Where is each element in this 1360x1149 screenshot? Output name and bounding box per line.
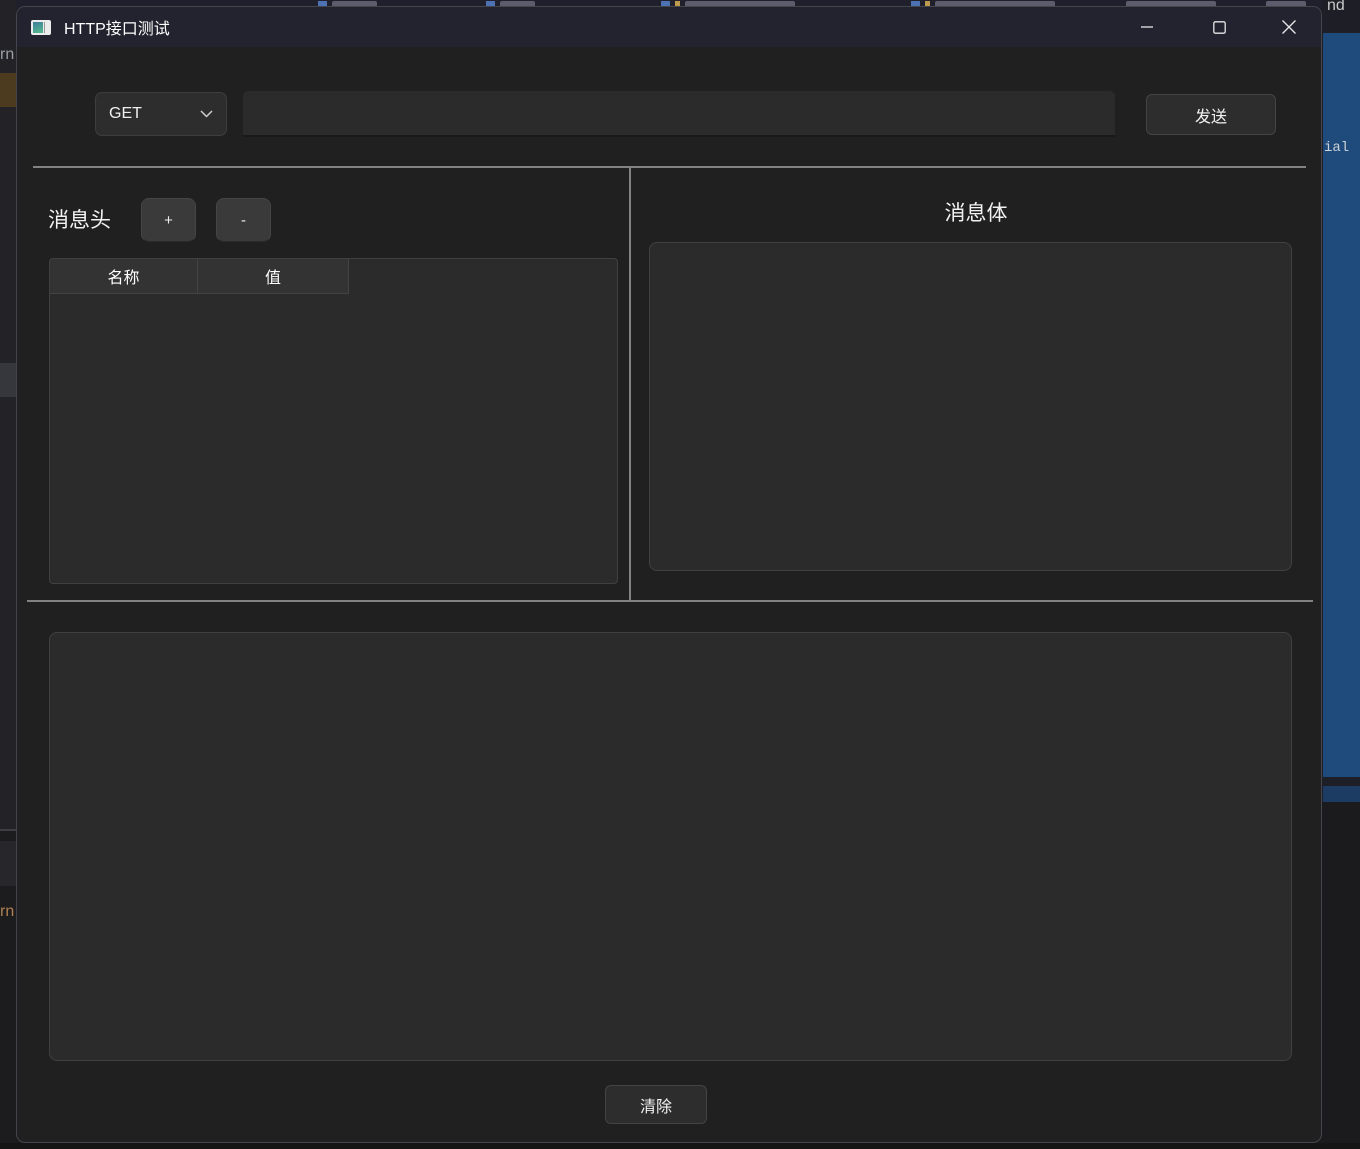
background-selection-fragment: [1323, 786, 1360, 802]
clear-button[interactable]: 清除: [605, 1085, 707, 1124]
background-selected-item-fragment: [0, 73, 16, 107]
column-header-name[interactable]: 名称: [50, 259, 198, 294]
background-editor-fragment: [1322, 802, 1360, 1149]
horizontal-splitter-top[interactable]: [33, 166, 1306, 168]
background-highlight-fragment: [0, 841, 16, 886]
headers-table[interactable]: 名称 值: [49, 258, 618, 584]
background-code-fragment: ial: [1324, 140, 1349, 156]
minimize-icon: [1141, 21, 1153, 33]
close-icon: [1282, 20, 1296, 34]
background-highlight-fragment: [0, 363, 16, 397]
titlebar[interactable]: HTTP接口测试: [17, 7, 1321, 47]
background-bottom-strip: [0, 1143, 1360, 1149]
body-textarea[interactable]: [649, 242, 1292, 571]
add-header-button[interactable]: +: [141, 198, 196, 242]
headers-table-header-row: 名称 值: [50, 259, 617, 294]
body-panel-title: 消息体: [630, 197, 1322, 227]
close-button[interactable]: [1259, 7, 1319, 47]
background-text-fragment: rn: [0, 903, 16, 925]
window-title: HTTP接口测试: [64, 15, 170, 39]
background-divider-fragment: [0, 829, 16, 831]
chevron-down-icon: [200, 110, 213, 118]
method-select-value: GET: [109, 105, 142, 123]
maximize-icon: [1213, 21, 1226, 34]
app-window-icon: [31, 20, 51, 35]
background-text-fragment: rn: [0, 46, 16, 68]
response-textarea[interactable]: [49, 632, 1292, 1061]
send-button[interactable]: 发送: [1146, 94, 1276, 135]
background-left-panel: [0, 0, 16, 830]
app-window: HTTP接口测试 GET 发送 消息头 + - 名称: [16, 6, 1322, 1143]
screen: rn rn ial nd HTTP接口测试: [0, 0, 1360, 1149]
background-tab-text-fragment: nd: [1327, 0, 1345, 15]
vertical-splitter[interactable]: [629, 167, 631, 600]
url-input[interactable]: [243, 91, 1115, 137]
horizontal-splitter-bottom[interactable]: [27, 600, 1313, 602]
minimize-button[interactable]: [1117, 7, 1177, 47]
headers-panel-title: 消息头: [48, 204, 111, 234]
maximize-button[interactable]: [1189, 7, 1249, 47]
column-header-value[interactable]: 值: [198, 259, 349, 294]
method-select[interactable]: GET: [95, 92, 227, 136]
remove-header-button[interactable]: -: [216, 198, 271, 242]
